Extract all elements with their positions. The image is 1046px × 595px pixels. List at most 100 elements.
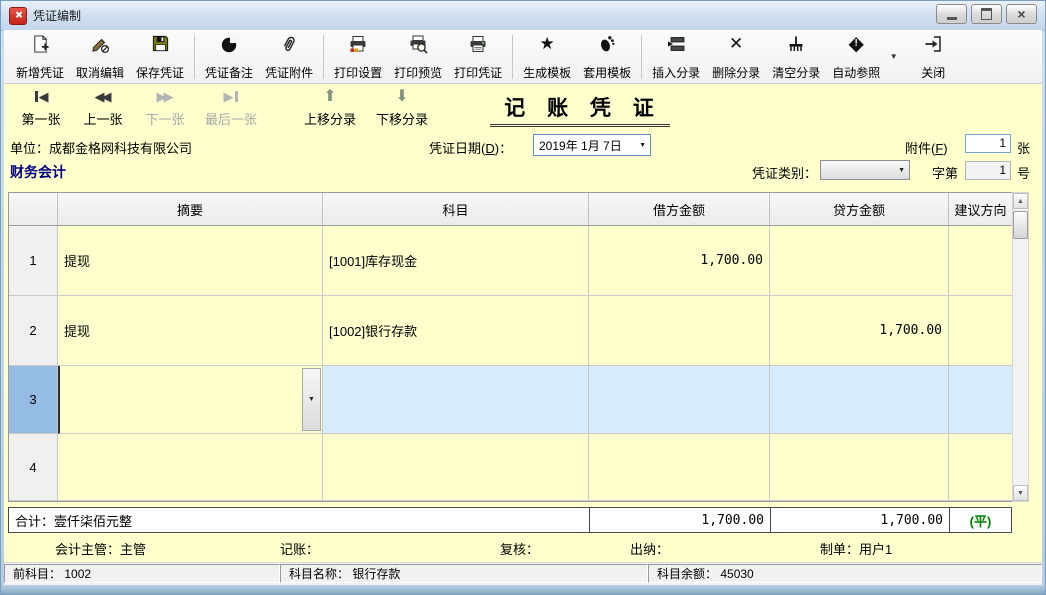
generate-template-button[interactable]: ★ 生成模板	[517, 32, 577, 82]
signature-chief-accountant: 会计主管：主管	[55, 539, 146, 558]
cancel-edit-button[interactable]: 取消编辑	[70, 32, 130, 82]
debit-cell[interactable]	[589, 366, 770, 434]
direction-cell[interactable]	[949, 296, 1013, 366]
prev-voucher-button[interactable]: ◀◀ 上一张	[72, 86, 134, 128]
account-cell[interactable]: [1001]库存现金	[323, 226, 589, 296]
direction-cell[interactable]	[949, 226, 1013, 296]
next-page-icon: ▶▶	[157, 89, 174, 104]
chevron-down-icon[interactable]: ▼	[898, 167, 909, 174]
debit-cell[interactable]: 1,700.00	[589, 226, 770, 296]
toolbar-separator	[323, 35, 324, 79]
voucher-date-combobox[interactable]: 2019年 1月 7日 ▼	[533, 134, 651, 156]
row-number[interactable]: 2	[9, 296, 58, 366]
auto-reference-icon: ◆!	[845, 33, 867, 55]
status-bar: 前科目： 1002 科目名称： 银行存款 科目余额： 45030	[4, 562, 1042, 586]
totals-row: 合计：壹仟柒佰元整 1,700.00 1,700.00 (平)	[8, 507, 1012, 533]
restore-button[interactable]	[971, 4, 1002, 24]
voucher-note-button[interactable]: 凭证备注	[199, 32, 259, 82]
row-number[interactable]: 4	[9, 434, 58, 501]
chevron-down-icon[interactable]: ▼	[639, 142, 650, 149]
last-voucher-button[interactable]: ▶ 最后一张	[196, 86, 266, 128]
row-number[interactable]: 1	[9, 226, 58, 296]
clear-entries-button[interactable]: 清空分录	[766, 32, 826, 82]
header-credit: 贷方金额	[770, 193, 949, 226]
scroll-down-icon[interactable]: ▼	[1013, 485, 1028, 501]
attachment-count-field[interactable]: 1	[965, 134, 1011, 153]
debit-cell[interactable]	[589, 296, 770, 366]
toolbar-separator	[512, 35, 513, 79]
status-prev-account: 前科目： 1002	[4, 564, 280, 583]
totals-credit: 1,700.00	[770, 508, 949, 532]
new-voucher-icon	[29, 33, 51, 55]
close-icon: ×	[1017, 7, 1025, 21]
voucher-no-label: 字第	[932, 163, 958, 182]
balance-indicator: (平)	[949, 508, 1011, 532]
credit-cell[interactable]	[770, 226, 949, 296]
first-voucher-button[interactable]: ◀ 第一张	[10, 86, 72, 128]
main-toolbar: 新增凭证 取消编辑 保存凭证 凭证备注 凭证附件 打印设置	[4, 30, 1042, 84]
header-debit: 借方金额	[589, 193, 770, 226]
summary-cell[interactable]	[58, 434, 323, 501]
move-down-icon: ⬇	[395, 89, 408, 104]
credit-cell[interactable]	[770, 366, 949, 434]
summary-dropdown-button[interactable]: ▼	[302, 368, 321, 431]
signature-bookkeeper: 记账：	[280, 539, 319, 558]
scrollbar-thumb[interactable]	[1013, 211, 1028, 239]
entry-grid: 摘要 科目 借方金额 贷方金额 建议方向 1 提现 [1001]库存现金 1,7…	[8, 192, 1014, 502]
signature-row: 会计主管：主管 记账： 复核： 出纳： 制单：用户1	[4, 535, 1042, 561]
move-entry-down-button[interactable]: ⬇ 下移分录	[366, 86, 438, 128]
totals-debit: 1,700.00	[589, 508, 770, 532]
print-voucher-button[interactable]: 打印凭证	[448, 32, 508, 82]
insert-entry-button[interactable]: 插入分录	[646, 32, 706, 82]
signature-reviewer: 复核：	[500, 539, 539, 558]
apply-template-icon	[596, 33, 618, 55]
minimize-icon	[947, 17, 957, 20]
scroll-up-icon[interactable]: ▲	[1013, 193, 1028, 209]
voucher-attachment-button[interactable]: 凭证附件	[259, 32, 319, 82]
direction-cell[interactable]	[949, 434, 1013, 501]
print-settings-icon	[347, 33, 369, 55]
credit-cell[interactable]	[770, 434, 949, 501]
header-rownum	[9, 193, 58, 226]
close-voucher-button[interactable]: 关闭	[915, 32, 951, 82]
voucher-no-field[interactable]: 1	[965, 161, 1011, 180]
account-cell[interactable]	[323, 434, 589, 501]
debit-cell[interactable]	[589, 434, 770, 501]
minimize-button[interactable]	[936, 4, 967, 24]
app-icon: ✚	[9, 7, 27, 25]
close-button[interactable]: ×	[1006, 4, 1037, 24]
account-cell[interactable]: [1002]银行存款	[323, 296, 589, 366]
print-settings-button[interactable]: 打印设置	[328, 32, 388, 82]
unit-value: 成都金格网科技有限公司	[49, 141, 192, 156]
header-direction: 建议方向	[949, 193, 1013, 226]
titlebar: ✚ 凭证编制 ×	[1, 1, 1045, 31]
delete-entry-icon: ✕	[725, 33, 747, 55]
attachment-unit-label: 张	[1017, 138, 1030, 157]
auto-reference-dropdown[interactable]: ▼	[886, 36, 901, 78]
toolbar-separator	[194, 35, 195, 79]
direction-cell[interactable]	[949, 366, 1013, 434]
window-bottom-border	[1, 585, 1045, 594]
delete-entry-button[interactable]: ✕ 删除分录	[706, 32, 766, 82]
apply-template-button[interactable]: 套用模板	[577, 32, 637, 82]
print-preview-icon	[407, 33, 429, 55]
grid-vertical-scrollbar[interactable]: ▲ ▼	[1012, 192, 1029, 502]
next-voucher-button[interactable]: ▶▶ 下一张	[134, 86, 196, 128]
credit-cell[interactable]: 1,700.00	[770, 296, 949, 366]
print-preview-button[interactable]: 打印预览	[388, 32, 448, 82]
summary-cell[interactable]: 提现	[58, 226, 323, 296]
window-title: 凭证编制	[33, 7, 81, 24]
summary-cell-editing[interactable]: ▼	[58, 366, 323, 434]
move-up-icon: ⬆	[323, 89, 336, 104]
signature-cashier: 出纳：	[630, 539, 669, 558]
status-account-balance: 科目余额： 45030	[648, 564, 1042, 583]
last-page-icon: ▶	[224, 89, 239, 104]
save-voucher-button[interactable]: 保存凭证	[130, 32, 190, 82]
new-voucher-button[interactable]: 新增凭证	[10, 32, 70, 82]
move-entry-up-button[interactable]: ⬆ 上移分录	[294, 86, 366, 128]
summary-cell[interactable]: 提现	[58, 296, 323, 366]
account-cell[interactable]	[323, 366, 589, 434]
voucher-type-combobox[interactable]: ▼	[820, 160, 910, 180]
row-number-selected[interactable]: 3	[9, 366, 58, 434]
auto-reference-button[interactable]: ◆! 自动参照	[826, 32, 886, 82]
